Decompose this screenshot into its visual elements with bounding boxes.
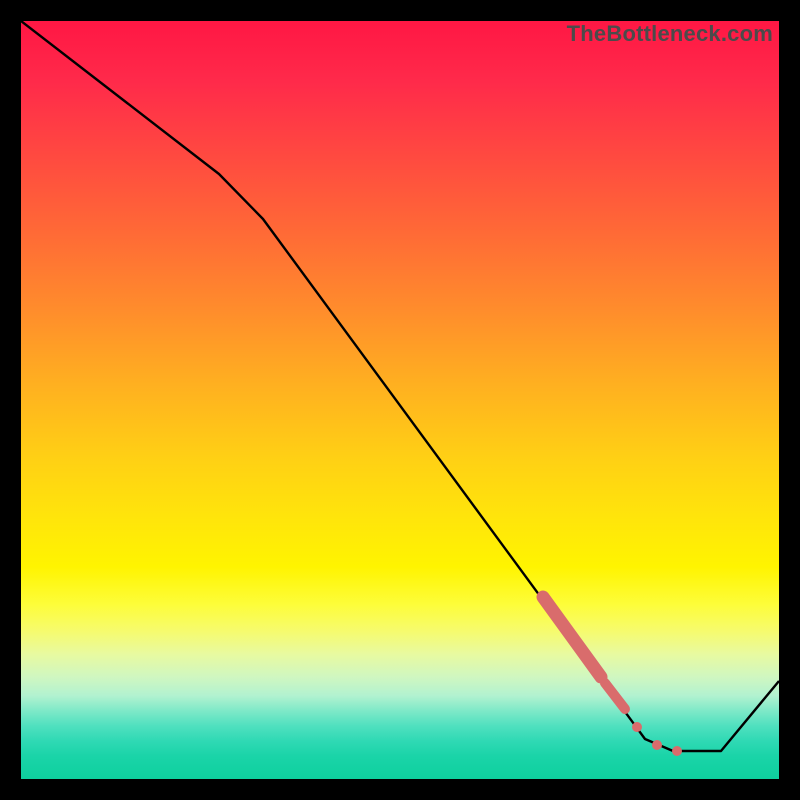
chart-svg xyxy=(21,21,779,779)
chart-frame: TheBottleneck.com xyxy=(0,0,800,800)
highlight-point xyxy=(652,740,662,750)
highlight-segment xyxy=(605,683,625,709)
plot-area: TheBottleneck.com xyxy=(21,21,779,779)
highlight-segment xyxy=(543,597,601,677)
curve-line xyxy=(21,21,779,751)
highlight-point xyxy=(632,722,642,732)
highlight-point xyxy=(672,746,682,756)
